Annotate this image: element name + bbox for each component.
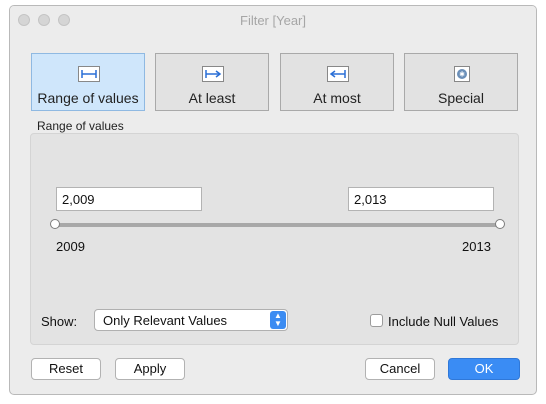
svg-text:✱: ✱ [459, 71, 465, 79]
at-least-icon [202, 66, 224, 85]
include-null-checkbox[interactable] [370, 314, 383, 327]
mode-label: Special [438, 90, 484, 106]
cancel-button[interactable]: Cancel [365, 358, 435, 380]
include-null-label[interactable]: Include Null Values [388, 314, 498, 329]
mode-label: At least [188, 90, 236, 106]
apply-button[interactable]: Apply [115, 358, 185, 380]
arrow-down-icon: ▼ [274, 319, 282, 328]
ok-button[interactable]: OK [448, 358, 520, 380]
filter-dialog: Filter [Year] Range of values At least A… [9, 5, 537, 395]
range-max-input[interactable] [348, 187, 494, 211]
special-icon: ✱ [451, 66, 473, 85]
show-values-selected: Only Relevant Values [103, 313, 228, 328]
range-of-values-button[interactable]: Range of values [31, 53, 145, 111]
range-slider-track[interactable] [55, 223, 501, 227]
at-least-button[interactable]: At least [155, 53, 269, 111]
special-button[interactable]: ✱ Special [404, 53, 518, 111]
range-section-label: Range of values [37, 119, 124, 133]
range-slider-min-handle[interactable] [50, 219, 60, 229]
at-most-button[interactable]: At most [280, 53, 394, 111]
title-bar: Filter [Year] [10, 6, 536, 33]
window-title: Filter [Year] [240, 13, 306, 28]
reset-button[interactable]: Reset [31, 358, 101, 380]
show-values-select[interactable]: Only Relevant Values ▲ ▼ [94, 309, 288, 331]
at-most-icon [327, 66, 349, 85]
mode-label: Range of values [37, 90, 139, 106]
range-min-input[interactable] [56, 187, 202, 211]
range-slider-max-handle[interactable] [495, 219, 505, 229]
mode-label: At most [313, 90, 361, 106]
range-min-tick-label: 2009 [56, 239, 85, 254]
range-max-tick-label: 2013 [462, 239, 491, 254]
show-label: Show: [41, 314, 78, 329]
range-icon [78, 66, 100, 85]
select-arrows-icon: ▲ ▼ [270, 311, 286, 329]
